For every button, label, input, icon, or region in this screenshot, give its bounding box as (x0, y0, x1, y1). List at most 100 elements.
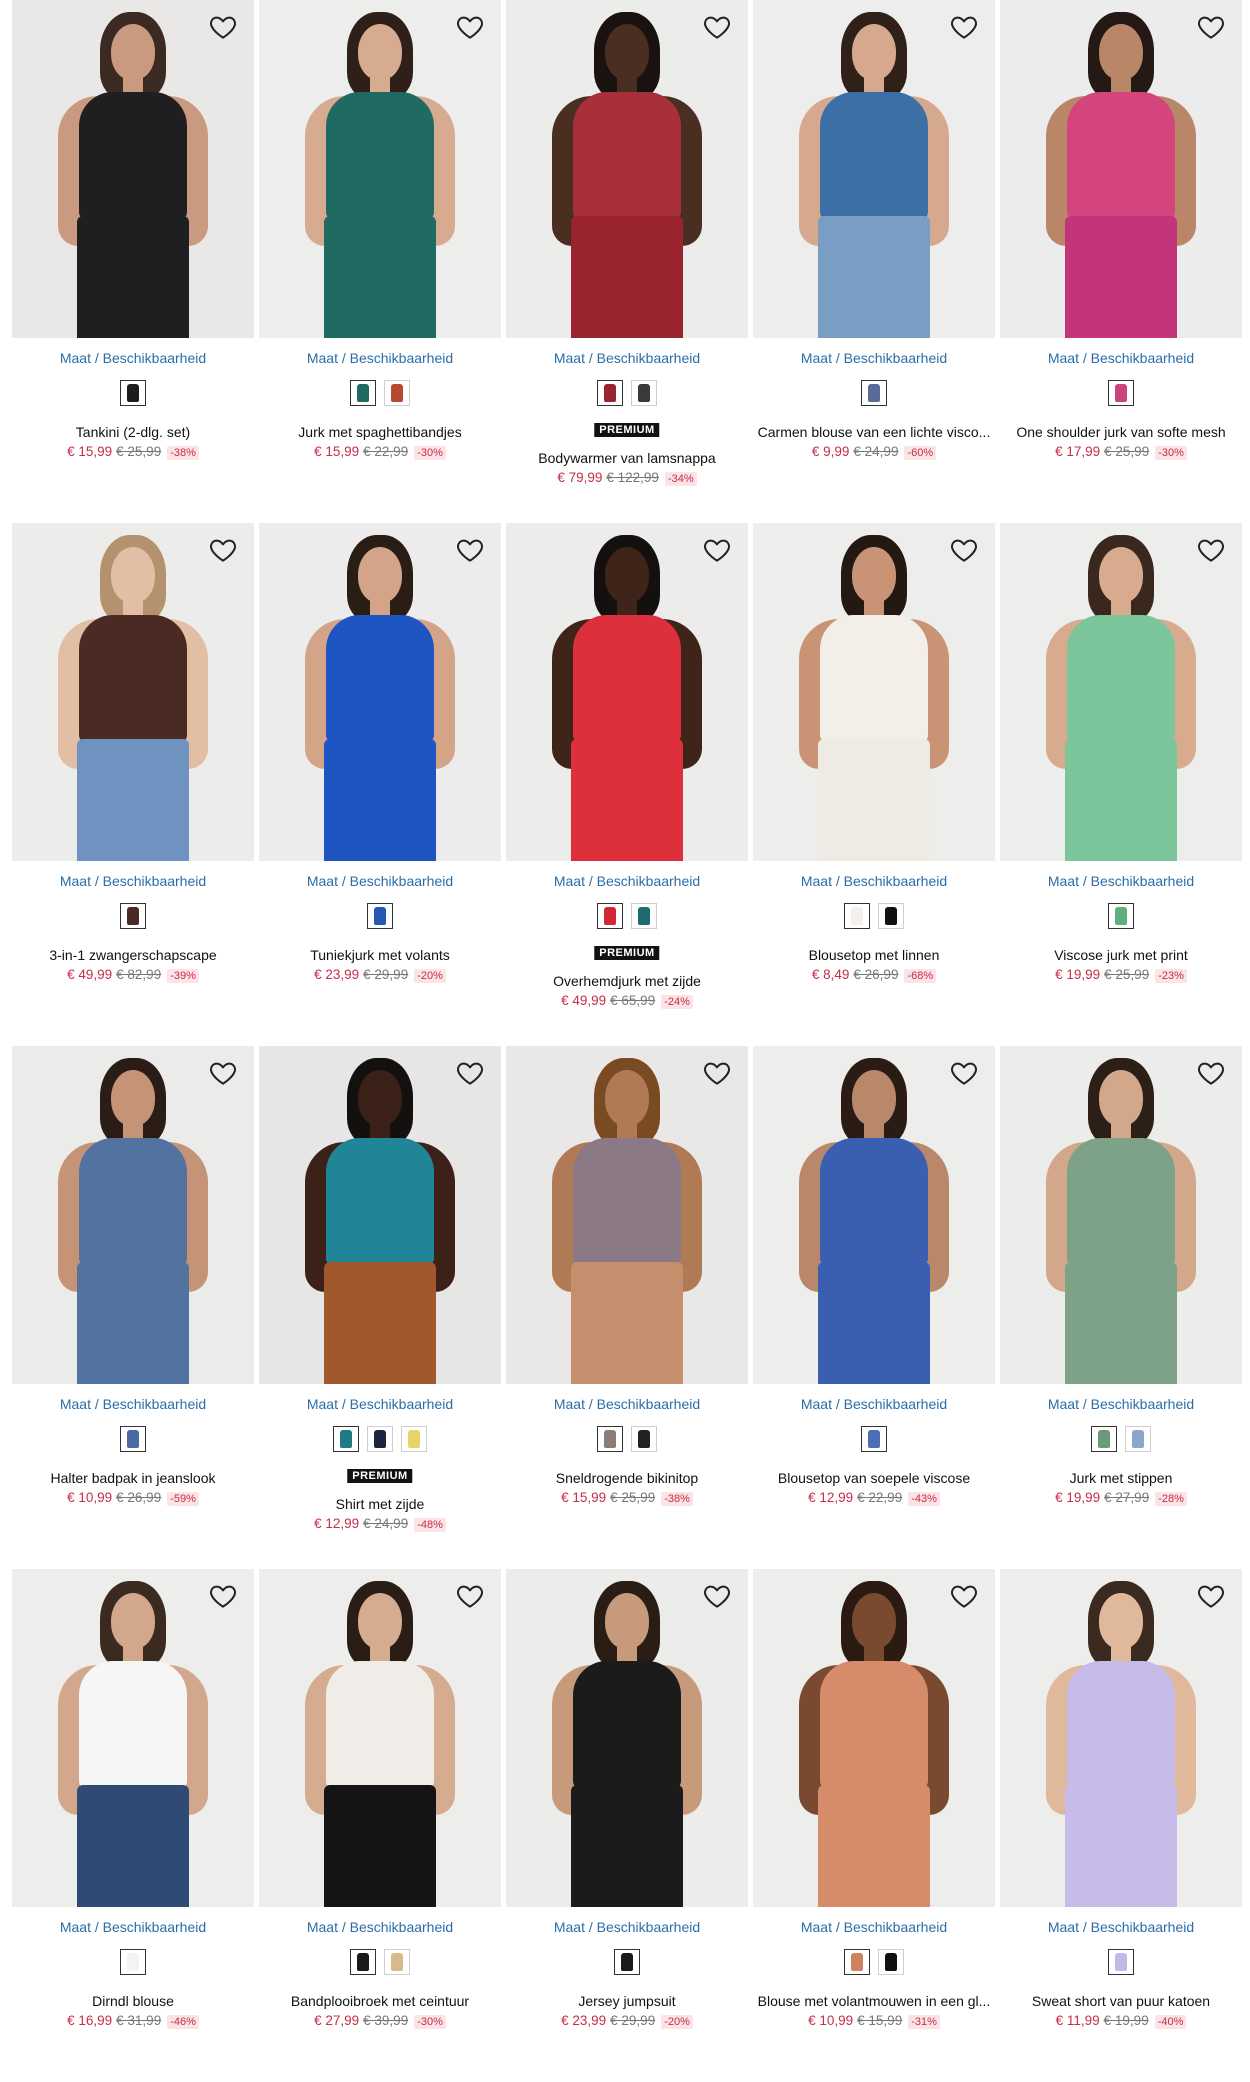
heart-icon[interactable] (206, 10, 240, 44)
color-swatch[interactable] (878, 903, 904, 929)
color-swatch[interactable] (631, 903, 657, 929)
product-card[interactable]: Maat / Beschikbaarheid Viscose jurk met p… (1000, 523, 1242, 1023)
heart-icon[interactable] (947, 1056, 981, 1090)
product-card[interactable]: Maat / Beschikbaarheid Bandplooibroek met… (259, 1569, 501, 2069)
product-card[interactable]: Maat / Beschikbaarheid One shoulder jurk … (1000, 0, 1242, 500)
heart-icon[interactable] (206, 1056, 240, 1090)
heart-icon[interactable] (206, 533, 240, 567)
product-card[interactable]: Maat / Beschikbaarheid Jersey jumpsuit € 2… (506, 1569, 748, 2069)
heart-icon[interactable] (700, 10, 734, 44)
product-image[interactable] (1000, 0, 1242, 338)
color-swatch[interactable] (844, 1949, 870, 1975)
heart-icon[interactable] (1194, 1579, 1228, 1613)
product-image[interactable] (12, 1046, 254, 1384)
heart-icon[interactable] (1194, 1056, 1228, 1090)
color-swatch[interactable] (1108, 1949, 1134, 1975)
size-availability-link[interactable]: Maat / Beschikbaarheid (753, 1396, 995, 1412)
color-swatch[interactable] (367, 1426, 393, 1452)
heart-icon[interactable] (206, 1579, 240, 1613)
product-card[interactable]: Maat / Beschikbaarheid Sneldrogende bikin… (506, 1046, 748, 1546)
heart-icon[interactable] (700, 1579, 734, 1613)
size-availability-link[interactable]: Maat / Beschikbaarheid (506, 1919, 748, 1935)
product-name[interactable]: Shirt met zijde (263, 1496, 497, 1512)
product-name[interactable]: Halter badpak in jeanslook (16, 1470, 250, 1486)
size-availability-link[interactable]: Maat / Beschikbaarheid (259, 350, 501, 366)
product-name[interactable]: Blousetop van soepele viscose (757, 1470, 991, 1486)
color-swatch[interactable] (401, 1426, 427, 1452)
size-availability-link[interactable]: Maat / Beschikbaarheid (12, 1919, 254, 1935)
product-name[interactable]: Overhemdjurk met zijde (510, 973, 744, 989)
color-swatch[interactable] (1091, 1426, 1117, 1452)
color-swatch[interactable] (597, 1426, 623, 1452)
color-swatch[interactable] (384, 380, 410, 406)
size-availability-link[interactable]: Maat / Beschikbaarheid (1000, 873, 1242, 889)
product-image[interactable] (506, 1046, 748, 1384)
size-availability-link[interactable]: Maat / Beschikbaarheid (1000, 350, 1242, 366)
product-card[interactable]: Maat / Beschikbaarheid Blousetop met linn… (753, 523, 995, 1023)
product-image[interactable] (259, 523, 501, 861)
color-swatch[interactable] (878, 1949, 904, 1975)
product-image[interactable] (259, 0, 501, 338)
product-image[interactable] (506, 1569, 748, 1907)
product-card[interactable]: Maat / Beschikbaarheid Carmen blouse van … (753, 0, 995, 500)
product-image[interactable] (506, 0, 748, 338)
color-swatch[interactable] (333, 1426, 359, 1452)
product-name[interactable]: Jersey jumpsuit (510, 1993, 744, 2009)
product-image[interactable] (259, 1569, 501, 1907)
heart-icon[interactable] (947, 533, 981, 567)
product-card[interactable]: Maat / Beschikbaarheid Dirndl blouse € 16,… (12, 1569, 254, 2069)
color-swatch[interactable] (350, 380, 376, 406)
color-swatch[interactable] (1125, 1426, 1151, 1452)
heart-icon[interactable] (947, 10, 981, 44)
product-card[interactable]: Maat / Beschikbaarheid Halter badpak in j… (12, 1046, 254, 1546)
heart-icon[interactable] (453, 1056, 487, 1090)
product-name[interactable]: Tankini (2-dlg. set) (16, 424, 250, 440)
product-image[interactable] (753, 0, 995, 338)
size-availability-link[interactable]: Maat / Beschikbaarheid (259, 1919, 501, 1935)
color-swatch[interactable] (597, 380, 623, 406)
product-name[interactable]: Bandplooibroek met ceintuur (263, 1993, 497, 2009)
color-swatch[interactable] (367, 903, 393, 929)
product-card[interactable]: Maat / Beschikbaarheid Jurk met spaghetti… (259, 0, 501, 500)
product-name[interactable]: Carmen blouse van een lichte visco... (757, 424, 991, 440)
product-card[interactable]: Maat / Beschikbaarheid PREMIUM Overhemdjur… (506, 523, 748, 1023)
size-availability-link[interactable]: Maat / Beschikbaarheid (12, 1396, 254, 1412)
heart-icon[interactable] (453, 1579, 487, 1613)
size-availability-link[interactable]: Maat / Beschikbaarheid (1000, 1919, 1242, 1935)
product-image[interactable] (753, 523, 995, 861)
product-card[interactable]: Maat / Beschikbaarheid Tankini (2-dlg. se… (12, 0, 254, 500)
product-name[interactable]: Viscose jurk met print (1004, 947, 1238, 963)
product-card[interactable]: Maat / Beschikbaarheid PREMIUM Shirt met z… (259, 1046, 501, 1546)
size-availability-link[interactable]: Maat / Beschikbaarheid (12, 873, 254, 889)
heart-icon[interactable] (453, 533, 487, 567)
color-swatch[interactable] (631, 1426, 657, 1452)
heart-icon[interactable] (1194, 10, 1228, 44)
size-availability-link[interactable]: Maat / Beschikbaarheid (506, 350, 748, 366)
product-card[interactable]: Maat / Beschikbaarheid Tuniekjurk met vol… (259, 523, 501, 1023)
product-name[interactable]: Sneldrogende bikinitop (510, 1470, 744, 1486)
product-name[interactable]: Tuniekjurk met volants (263, 947, 497, 963)
color-swatch[interactable] (861, 380, 887, 406)
product-image[interactable] (506, 523, 748, 861)
product-name[interactable]: One shoulder jurk van softe mesh (1004, 424, 1238, 440)
color-swatch[interactable] (350, 1949, 376, 1975)
color-swatch[interactable] (597, 903, 623, 929)
color-swatch[interactable] (384, 1949, 410, 1975)
color-swatch[interactable] (120, 380, 146, 406)
color-swatch[interactable] (120, 1949, 146, 1975)
product-image[interactable] (753, 1046, 995, 1384)
size-availability-link[interactable]: Maat / Beschikbaarheid (12, 350, 254, 366)
heart-icon[interactable] (1194, 533, 1228, 567)
heart-icon[interactable] (453, 10, 487, 44)
product-name[interactable]: Blousetop met linnen (757, 947, 991, 963)
product-card[interactable]: Maat / Beschikbaarheid Blousetop van soep… (753, 1046, 995, 1546)
size-availability-link[interactable]: Maat / Beschikbaarheid (259, 873, 501, 889)
product-image[interactable] (753, 1569, 995, 1907)
size-availability-link[interactable]: Maat / Beschikbaarheid (259, 1396, 501, 1412)
product-card[interactable]: Maat / Beschikbaarheid Jurk met stippen € … (1000, 1046, 1242, 1546)
heart-icon[interactable] (700, 533, 734, 567)
product-card[interactable]: Maat / Beschikbaarheid Blouse met volantm… (753, 1569, 995, 2069)
color-swatch[interactable] (120, 903, 146, 929)
size-availability-link[interactable]: Maat / Beschikbaarheid (753, 1919, 995, 1935)
product-name[interactable]: Bodywarmer van lamsnappa (510, 450, 744, 466)
